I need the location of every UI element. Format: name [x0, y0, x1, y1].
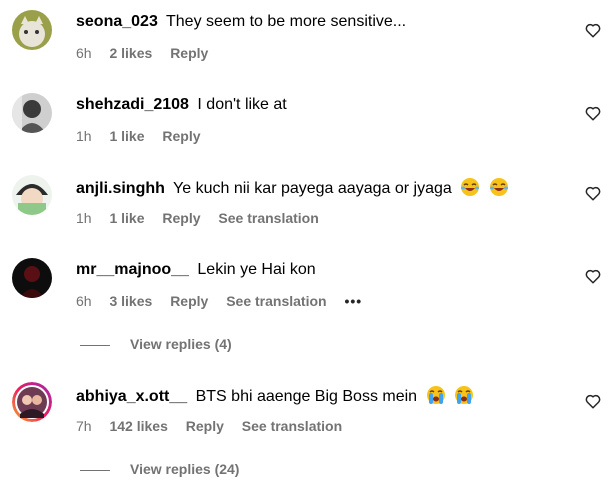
comment-time: 7h: [76, 418, 92, 434]
comment-body: mr__majnoo__ Lekin ye Hai kon: [76, 260, 316, 280]
comment-username[interactable]: seona_023: [76, 13, 158, 30]
heart-outline-icon[interactable]: [584, 392, 602, 410]
comment-time: 6h: [76, 293, 92, 309]
comment-body: shehzadi_2108 I don't like at: [76, 95, 287, 115]
reply-button[interactable]: Reply: [186, 418, 224, 434]
comment-username[interactable]: abhiya_x.ott__: [76, 388, 187, 405]
reply-button[interactable]: Reply: [162, 210, 200, 226]
heart-outline-icon[interactable]: [584, 184, 602, 202]
comment-likes[interactable]: 142 likes: [109, 418, 167, 434]
heart-outline-icon[interactable]: [584, 104, 602, 122]
comment-meta: 1h 1 like Reply See translation: [76, 209, 333, 227]
see-translation-button[interactable]: See translation: [226, 293, 326, 309]
comment-meta: 7h 142 likes Reply See translation: [76, 417, 356, 435]
view-replies-label: View replies (24): [130, 461, 240, 477]
avatar[interactable]: [12, 10, 52, 50]
view-replies-button[interactable]: View replies (24): [80, 460, 239, 478]
comment-body: anjli.singhh Ye kuch nii kar payega aaya…: [76, 177, 509, 199]
comment-time: 1h: [76, 128, 92, 144]
heart-outline-icon[interactable]: [584, 21, 602, 39]
comment-time: 1h: [76, 210, 92, 226]
comment-meta: 6h 3 likes Reply See translation •••: [76, 292, 376, 310]
view-replies-button[interactable]: View replies (4): [80, 335, 232, 353]
crying-emoji-icon: [426, 386, 445, 404]
see-translation-button[interactable]: See translation: [218, 210, 318, 226]
comment-text: Lekin ye Hai kon: [197, 261, 316, 278]
reply-button[interactable]: Reply: [170, 45, 208, 61]
more-options-icon[interactable]: •••: [344, 293, 362, 309]
see-translation-button[interactable]: See translation: [242, 418, 342, 434]
comment-body: abhiya_x.ott__ BTS bhi aaenge Big Boss m…: [76, 385, 474, 407]
comment-body: seona_023 They seem to be more sensitive…: [76, 12, 406, 32]
avatar[interactable]: [12, 382, 52, 422]
comment-time: 6h: [76, 45, 92, 61]
comment-text: I don't like at: [197, 96, 287, 113]
comment-text: Ye kuch nii kar payega aayaga or jyaga: [173, 180, 452, 197]
comment-username[interactable]: anjli.singhh: [76, 180, 165, 197]
view-replies-label: View replies (4): [130, 336, 232, 352]
comment-meta: 6h 2 likes Reply: [76, 44, 222, 62]
avatar[interactable]: [12, 175, 52, 215]
comment-text: BTS bhi aaenge Big Boss mein: [195, 388, 418, 405]
comment-likes[interactable]: 2 likes: [109, 45, 152, 61]
divider: [80, 344, 110, 346]
crying-emoji-icon: [454, 386, 473, 404]
comment-likes[interactable]: 1 like: [109, 210, 144, 226]
laughing-emoji-icon: [461, 178, 480, 196]
comment-meta: 1h 1 like Reply: [76, 127, 215, 145]
comment-likes[interactable]: 3 likes: [109, 293, 152, 309]
divider: [80, 469, 110, 471]
reply-button[interactable]: Reply: [170, 293, 208, 309]
laughing-emoji-icon: [489, 178, 508, 196]
reply-button[interactable]: Reply: [162, 128, 200, 144]
comment-likes[interactable]: 1 like: [109, 128, 144, 144]
comment-username[interactable]: shehzadi_2108: [76, 96, 189, 113]
comment-text: They seem to be more sensitive...: [166, 13, 407, 30]
avatar[interactable]: [12, 258, 52, 298]
comment-username[interactable]: mr__majnoo__: [76, 261, 189, 278]
heart-outline-icon[interactable]: [584, 267, 602, 285]
avatar[interactable]: [12, 93, 52, 133]
